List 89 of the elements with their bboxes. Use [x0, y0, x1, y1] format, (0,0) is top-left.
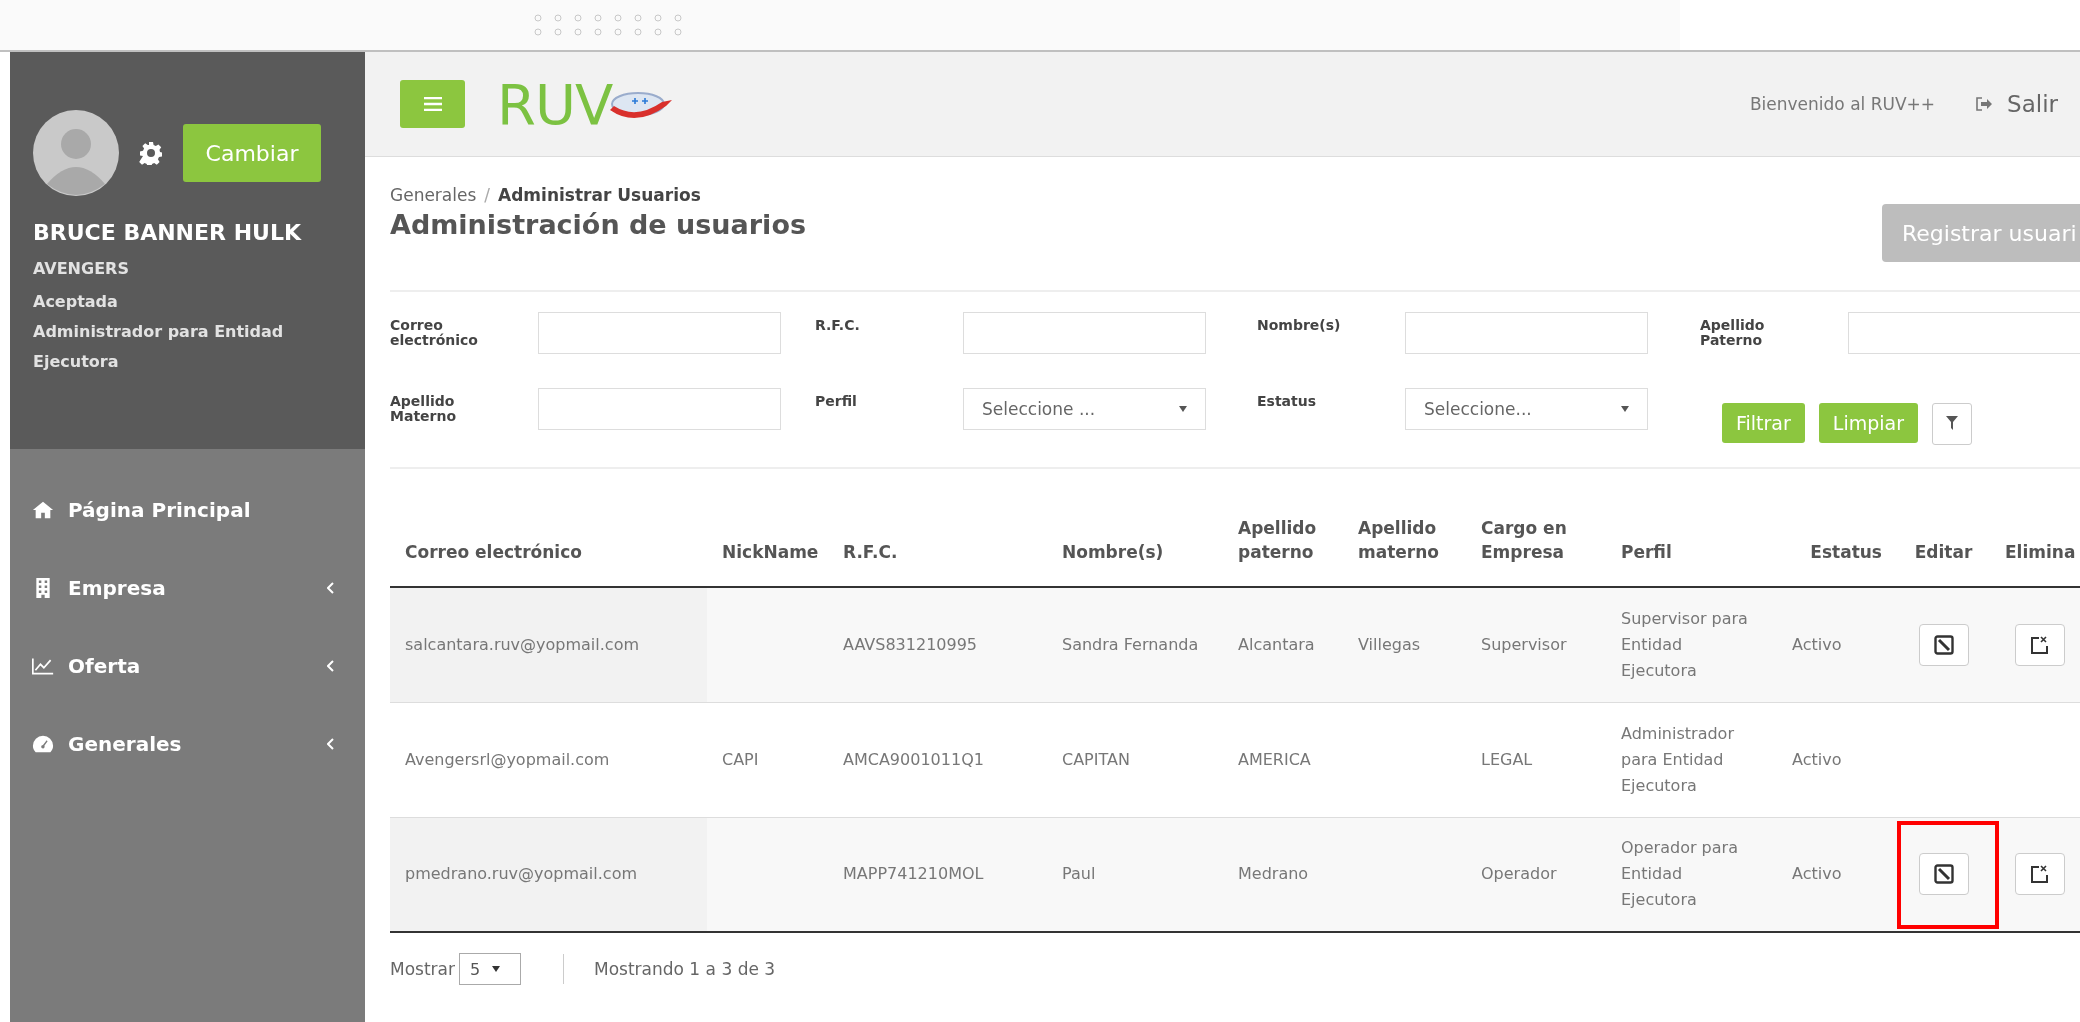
table-cell-text: salcantara.ruv@yopmail.com: [405, 633, 639, 656]
table-cell-text: Supervisor para Entidad Ejecutora: [1621, 607, 1749, 682]
chevron-left-icon: [327, 738, 335, 750]
table-cell-text: Administrador para Entidad Ejecutora: [1621, 722, 1735, 797]
sidebar-item[interactable]: Página Principal: [10, 471, 365, 549]
user-role: Administrador para Entidad Ejecutora: [33, 321, 285, 373]
caret-icon: [1179, 406, 1187, 412]
column-header: NickName: [722, 541, 819, 564]
sidebar-item[interactable]: Empresa: [10, 549, 365, 627]
logo-text: RUV: [497, 71, 613, 137]
delete-button[interactable]: [2015, 623, 2065, 666]
edit-button[interactable]: [1918, 853, 1969, 896]
avatar-icon: [33, 110, 119, 196]
breadcrumb-separator: /: [484, 185, 491, 205]
table-cell-text: Activo: [1792, 748, 1842, 771]
line-chart-icon: [32, 656, 54, 676]
column-header: Nombre(s): [1062, 541, 1164, 564]
page-size-select[interactable]: 5: [459, 953, 521, 985]
pagination-summary: Mostrando 1 a 3 de 3: [594, 959, 776, 979]
column-header: Editar: [1914, 541, 1973, 564]
caret-icon: [492, 966, 501, 972]
table-cell-text: Villegas: [1358, 633, 1421, 656]
edit-icon: [1933, 634, 1954, 655]
table-cell-text: AMERICA: [1238, 748, 1311, 771]
chevron-left-icon: [327, 582, 335, 594]
filter-label: Apellido Materno: [390, 392, 458, 424]
user-status: Aceptada: [33, 292, 119, 311]
column-header: Apellido paterno: [1238, 517, 1318, 564]
edit-icon: [1933, 864, 1954, 885]
select-field[interactable]: Seleccione ...: [963, 388, 1206, 430]
delete-icon: [2030, 864, 2050, 885]
select-field[interactable]: Seleccione...: [1405, 388, 1648, 430]
logout-link[interactable]: Salir: [1975, 91, 2058, 117]
table-cell-text: Operador: [1481, 863, 1557, 886]
page-title: Administración de usuarios: [390, 209, 806, 240]
column-header: R.F.C.: [843, 541, 898, 564]
settings-icon[interactable]: [139, 141, 163, 165]
table-cell-text: Alcantara: [1238, 633, 1315, 656]
sign-out-icon: [1975, 97, 1994, 111]
input-field[interactable]: [538, 312, 781, 354]
table-cell-text: pmedrano.ruv@yopmail.com: [405, 863, 637, 886]
table-cell-text: LEGAL: [1481, 748, 1533, 771]
user-name: BRUCE BANNER HULK: [33, 220, 303, 245]
table-cell-text: MAPP741210MOL: [843, 863, 984, 886]
table-cell-text: Sandra Fernanda: [1062, 633, 1199, 656]
table-cell-text: Supervisor: [1481, 633, 1567, 656]
table-cell-text: Medrano: [1238, 863, 1309, 886]
table-cell-text: Activo: [1792, 633, 1842, 656]
filter-label: R.F.C.: [815, 316, 861, 333]
welcome-text: Bienvenido al RUV++: [1749, 94, 1936, 114]
menu-icon: [423, 97, 442, 111]
column-header: Elimina: [2005, 541, 2076, 564]
edit-button[interactable]: [1918, 623, 1969, 666]
filter-label: Estatus: [1257, 392, 1318, 409]
table-cell-text: Activo: [1792, 863, 1842, 886]
filter-label: Perfil: [815, 392, 858, 409]
column-header: Apellido materno: [1358, 517, 1440, 564]
funnel-button[interactable]: [1932, 403, 1972, 445]
input-field[interactable]: [1405, 312, 1648, 354]
table-cell-text: AMCA9001011Q1: [843, 748, 984, 771]
delete-button[interactable]: [2015, 853, 2065, 896]
filter-label: Correo electrónico: [390, 316, 479, 348]
caret-icon: [1621, 406, 1629, 412]
show-label: Mostrar: [390, 959, 455, 979]
home-icon: [32, 500, 54, 520]
chevron-left-icon: [327, 660, 335, 672]
table-cell-text: AAVS831210995: [843, 633, 978, 656]
input-field[interactable]: [963, 312, 1206, 354]
table-cell-text: Paul: [1062, 863, 1096, 886]
table-cell-text: Operador para Entidad Ejecutora: [1621, 837, 1739, 912]
filter-label: Nombre(s): [1257, 316, 1342, 333]
column-header: Perfil: [1621, 541, 1672, 564]
input-field[interactable]: [1848, 312, 2080, 354]
input-field[interactable]: [538, 388, 781, 430]
organization-name: AVENGERS: [33, 259, 130, 278]
column-header: Estatus: [1810, 541, 1882, 564]
gauge-icon: [32, 734, 54, 754]
filter-label: Apellido Paterno: [1700, 316, 1766, 348]
table-cell-text: Avengersrl@yopmail.com: [405, 748, 610, 771]
column-header: Cargo en Empresa: [1481, 517, 1568, 564]
delete-icon: [2030, 634, 2050, 655]
funnel-icon: [1946, 415, 1958, 430]
column-header: Correo electrónico: [405, 541, 582, 564]
sidebar-item[interactable]: Generales: [10, 705, 365, 783]
breadcrumb-current: Administrar Usuarios: [498, 185, 701, 205]
table-cell-text: CAPI: [722, 748, 759, 771]
table-cell-text: CAPITAN: [1062, 748, 1130, 771]
breadcrumb-link[interactable]: Generales: [390, 185, 477, 205]
sidebar-item[interactable]: Oferta: [10, 627, 365, 705]
